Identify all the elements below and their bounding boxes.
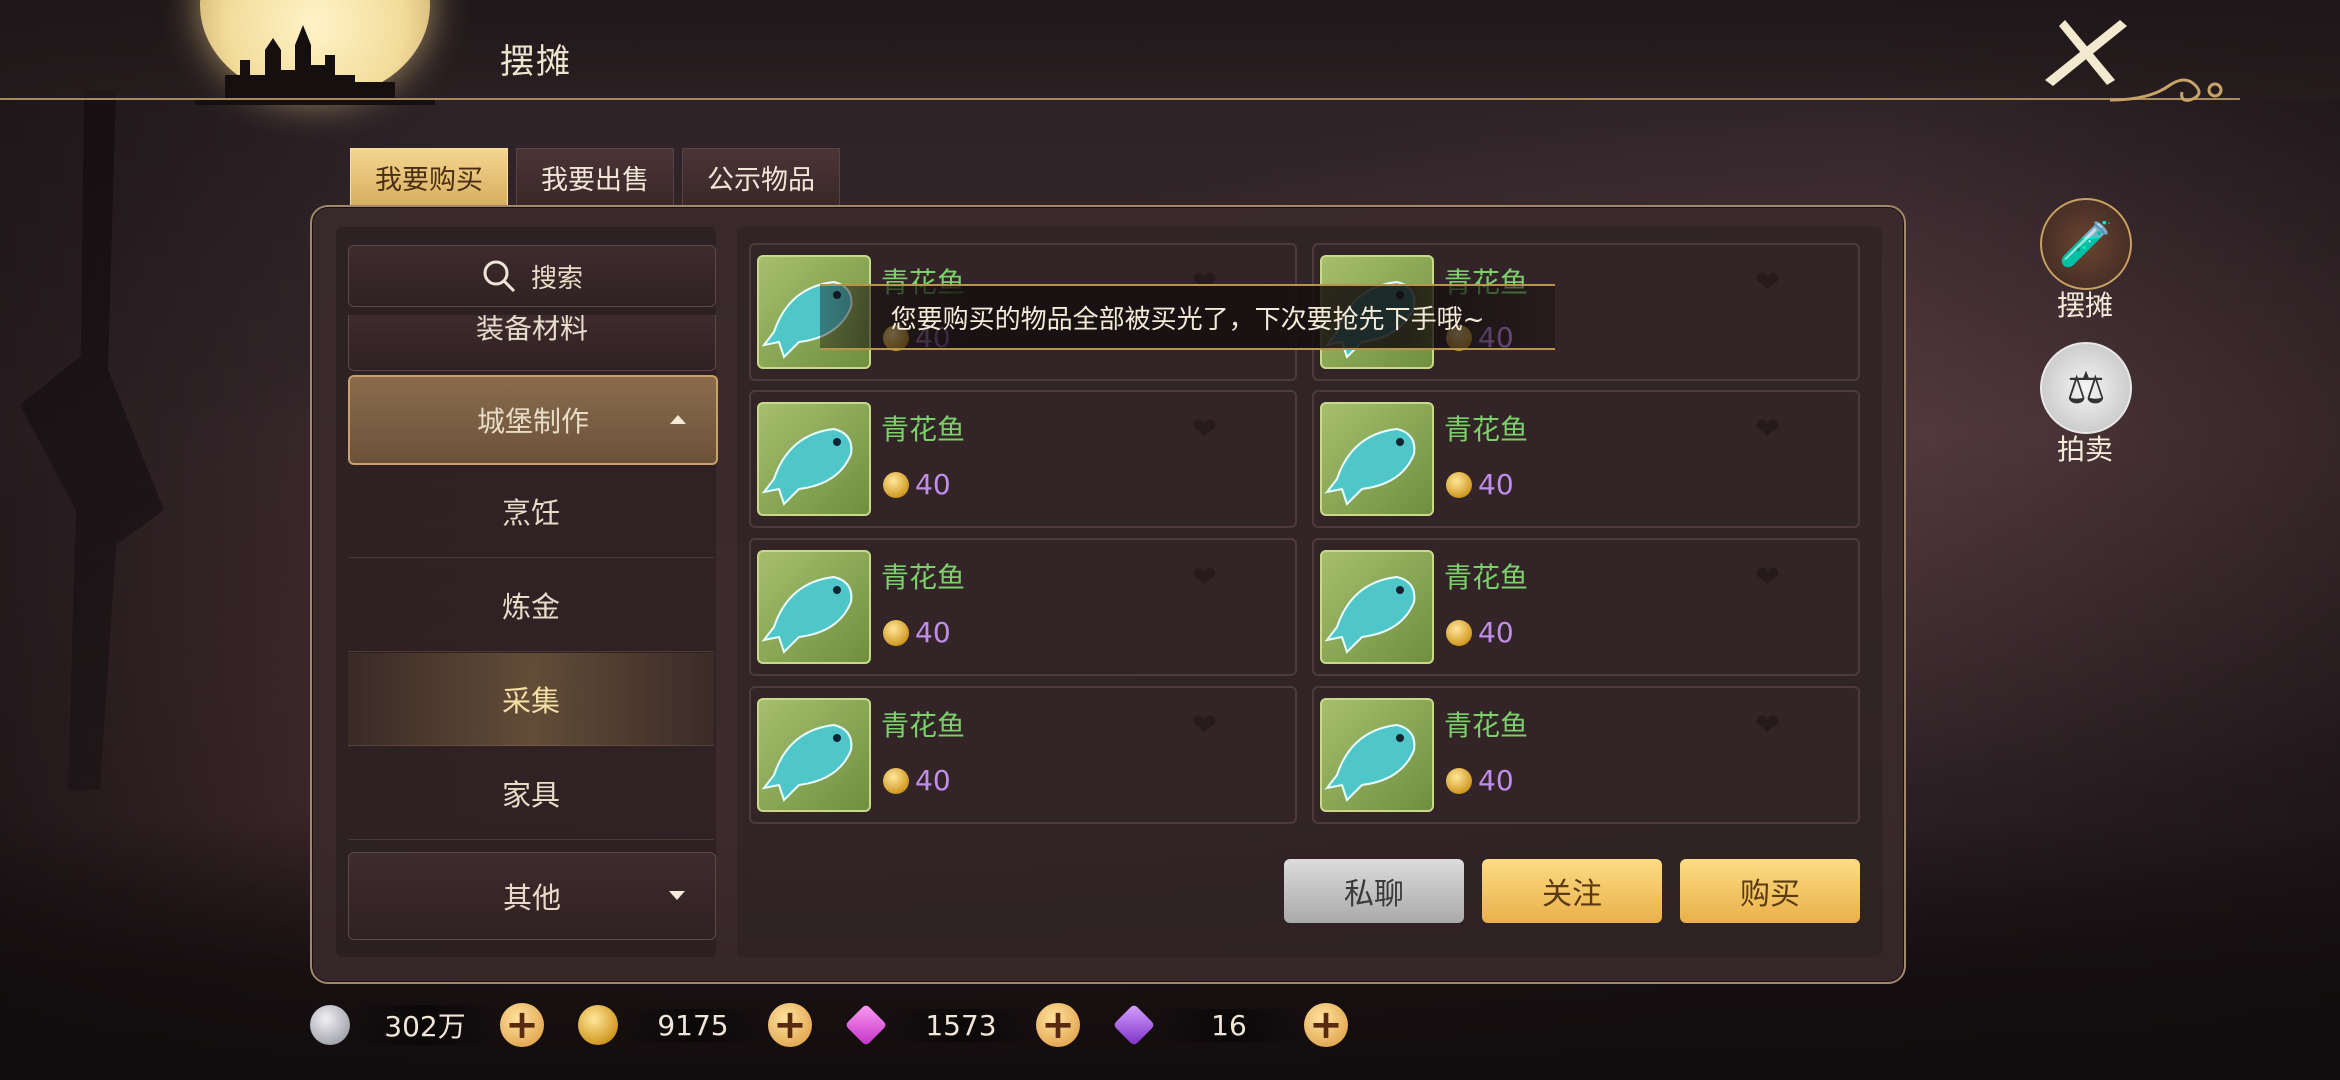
currency-silver: 302万 + — [310, 1000, 544, 1050]
side-menu-label: 摆摊 — [2056, 289, 2113, 322]
favorite-heart-icon[interactable]: ❤ — [1192, 560, 1217, 595]
side-menu-stall[interactable]: 🧪 摆摊 — [2040, 198, 2132, 324]
item-name: 青花鱼 — [881, 709, 966, 742]
gold-coin-icon — [1446, 472, 1472, 498]
currency-value: 16 — [1154, 1008, 1304, 1042]
tab-buy[interactable]: 我要购买 — [350, 148, 508, 205]
item-price: 40 — [1478, 616, 1514, 649]
favorite-heart-icon[interactable]: ❤ — [1755, 560, 1780, 595]
follow-button[interactable]: 关注 — [1482, 859, 1662, 923]
category-equipment-materials[interactable]: 装备材料 — [348, 315, 716, 371]
currency-value: 1573 — [886, 1008, 1036, 1042]
auction-icon: ⚖ — [2040, 342, 2132, 434]
add-purple-gem-button[interactable]: + — [1304, 1003, 1348, 1047]
search-icon — [483, 260, 516, 293]
private-chat-button[interactable]: 私聊 — [1284, 859, 1464, 923]
add-gold-button[interactable]: + — [768, 1003, 812, 1047]
favorite-heart-icon[interactable]: ❤ — [1192, 708, 1217, 743]
page-title: 摆摊 — [500, 42, 572, 82]
collapse-arrow-icon — [670, 415, 686, 424]
item-name: 青花鱼 — [881, 413, 966, 446]
toast-message: 您要购买的物品全部被买光了，下次要抢先下手哦~ — [820, 284, 1555, 350]
category-label: 装备材料 — [475, 315, 588, 345]
item-card[interactable]: 青花鱼 40 ❤ — [749, 686, 1297, 824]
subcategory-alchemy[interactable]: 炼金 — [348, 559, 714, 652]
buy-button[interactable]: 购买 — [1680, 859, 1860, 923]
fish-icon — [1320, 402, 1434, 516]
gold-coin-icon — [883, 620, 909, 646]
item-card[interactable]: 青花鱼 40 ❤ — [1312, 538, 1860, 676]
ornament-flourish-icon — [2110, 78, 2223, 102]
item-card[interactable]: 青花鱼 40 ❤ — [749, 390, 1297, 528]
search-label: 搜索 — [530, 263, 583, 294]
item-price: 40 — [915, 764, 951, 797]
category-label: 其他 — [502, 881, 561, 915]
item-price: 40 — [915, 468, 951, 501]
gold-coin-icon — [1446, 768, 1472, 794]
currency-pink-gem: 1573 + — [844, 1000, 1080, 1050]
tab-sell[interactable]: 我要出售 — [516, 148, 674, 205]
category-other[interactable]: 其他 — [348, 852, 716, 940]
item-card[interactable]: 青花鱼 40 ❤ — [749, 538, 1297, 676]
item-name: 青花鱼 — [1444, 413, 1529, 446]
subcategory-cooking[interactable]: 烹饪 — [348, 465, 714, 558]
item-card[interactable]: 青花鱼 40 ❤ — [1312, 686, 1860, 824]
category-label: 城堡制作 — [476, 405, 589, 438]
gold-coin-icon — [883, 472, 909, 498]
silver-coin-icon — [310, 1005, 350, 1045]
favorite-heart-icon[interactable]: ❤ — [1192, 412, 1217, 447]
favorite-heart-icon[interactable]: ❤ — [1755, 708, 1780, 743]
stall-icon: 🧪 — [2040, 198, 2132, 290]
item-name: 青花鱼 — [1444, 709, 1529, 742]
fish-icon — [1320, 550, 1434, 664]
subcategory-gathering[interactable]: 采集 — [348, 653, 714, 746]
currency-gold: 9175 + — [578, 1000, 812, 1050]
fish-icon — [757, 698, 871, 812]
tab-public-items[interactable]: 公示物品 — [682, 148, 840, 205]
currency-value: 302万 — [350, 1005, 500, 1045]
favorite-heart-icon[interactable]: ❤ — [1755, 412, 1780, 447]
subcategory-furniture[interactable]: 家具 — [348, 747, 714, 840]
purple-gem-icon — [1112, 1003, 1156, 1047]
currency-value: 9175 — [618, 1008, 768, 1042]
expand-arrow-icon — [669, 891, 685, 900]
item-price: 40 — [1478, 764, 1514, 797]
header-divider — [0, 98, 2240, 100]
add-pink-gem-button[interactable]: + — [1036, 1003, 1080, 1047]
search-button[interactable]: 搜索 — [348, 245, 716, 307]
tab-bar: 我要购买 我要出售 公示物品 — [350, 148, 840, 205]
item-price: 40 — [1478, 468, 1514, 501]
fish-icon — [757, 550, 871, 664]
gold-coin-icon — [578, 1005, 618, 1045]
item-price: 40 — [915, 616, 951, 649]
item-name: 青花鱼 — [881, 561, 966, 594]
gold-coin-icon — [883, 768, 909, 794]
currency-purple-gem: 16 + — [1112, 1000, 1348, 1050]
fish-icon — [1320, 698, 1434, 812]
pink-gem-icon — [844, 1003, 888, 1047]
gold-coin-icon — [1446, 620, 1472, 646]
category-castle-crafting[interactable]: 城堡制作 — [348, 375, 718, 465]
side-menu-label: 拍卖 — [2056, 433, 2113, 466]
favorite-heart-icon[interactable]: ❤ — [1755, 265, 1780, 300]
item-name: 青花鱼 — [1444, 561, 1529, 594]
add-silver-button[interactable]: + — [500, 1003, 544, 1047]
item-card[interactable]: 青花鱼 40 ❤ — [1312, 390, 1860, 528]
side-menu-auction[interactable]: ⚖ 拍卖 — [2040, 342, 2132, 468]
castle-icon — [195, 25, 435, 105]
fish-icon — [757, 402, 871, 516]
